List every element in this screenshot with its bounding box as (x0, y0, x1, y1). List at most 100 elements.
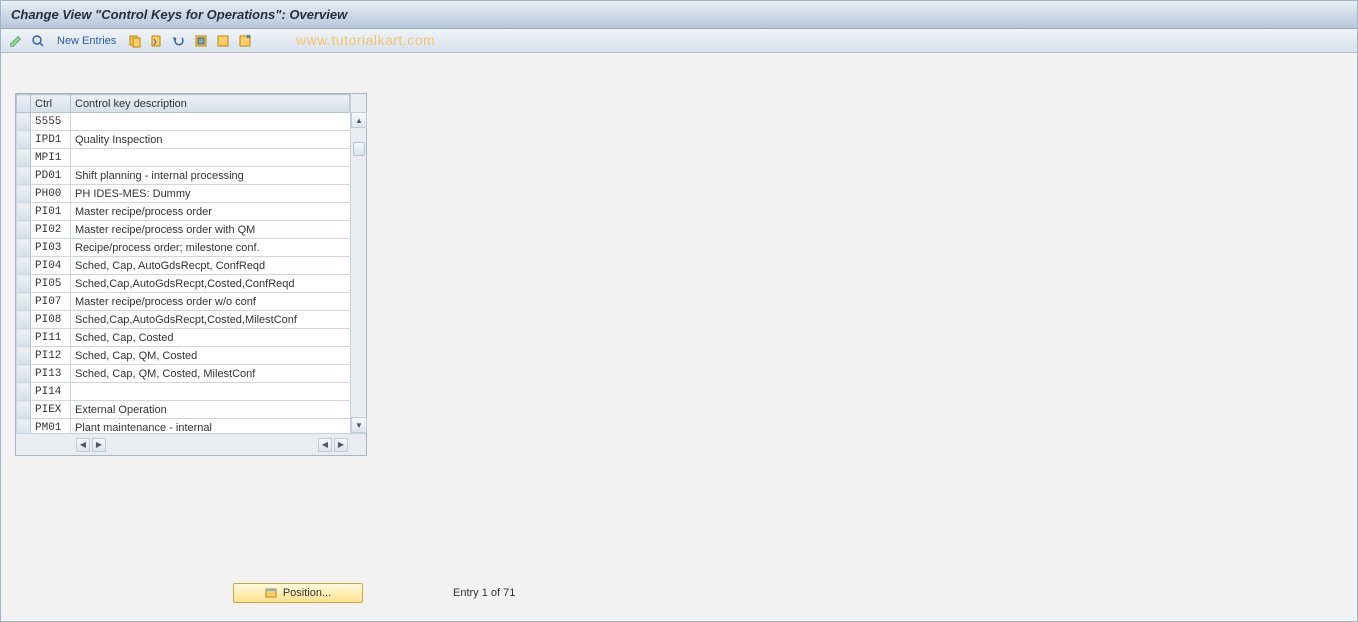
position-button[interactable]: Position... (233, 583, 363, 603)
table-row[interactable]: PD01Shift planning - internal processing (17, 167, 366, 185)
ctrl-cell[interactable]: PI02 (31, 221, 71, 239)
desc-cell[interactable]: Master recipe/process order (71, 203, 366, 221)
page-title: Change View "Control Keys for Operations… (11, 7, 347, 22)
table-row[interactable]: PI12Sched, Cap, QM, Costed (17, 347, 366, 365)
toolbar: New Entries www.tutorialkart.com (1, 29, 1357, 53)
select-all-icon[interactable] (192, 32, 210, 50)
table-row[interactable]: PIEXExternal Operation (17, 401, 366, 419)
ctrl-cell[interactable]: MPI1 (31, 149, 71, 167)
row-selector[interactable] (17, 221, 31, 239)
desc-cell[interactable]: Master recipe/process order w/o conf (71, 293, 366, 311)
table-row[interactable]: MPI1 (17, 149, 366, 167)
ctrl-cell[interactable]: IPD1 (31, 131, 71, 149)
ctrl-cell[interactable]: PI07 (31, 293, 71, 311)
table-row[interactable]: PI05Sched,Cap,AutoGdsRecpt,Costed,ConfRe… (17, 275, 366, 293)
row-selector[interactable] (17, 257, 31, 275)
toggle-edit-icon[interactable] (7, 32, 25, 50)
ctrl-cell[interactable]: PI12 (31, 347, 71, 365)
ctrl-cell[interactable]: PI04 (31, 257, 71, 275)
table-row[interactable]: 5555 (17, 113, 366, 131)
desc-cell[interactable] (71, 149, 366, 167)
desc-cell[interactable]: PH IDES-MES: Dummy (71, 185, 366, 203)
row-selector[interactable] (17, 365, 31, 383)
row-selector[interactable] (17, 275, 31, 293)
row-selector[interactable] (17, 185, 31, 203)
table-row[interactable]: IPD1Quality Inspection (17, 131, 366, 149)
ctrl-column-header[interactable]: Ctrl (31, 95, 71, 113)
app-frame: Change View "Control Keys for Operations… (0, 0, 1358, 622)
desc-cell[interactable]: Sched, Cap, QM, Costed (71, 347, 366, 365)
table-row[interactable]: PI14 (17, 383, 366, 401)
desc-cell[interactable]: Master recipe/process order with QM (71, 221, 366, 239)
table-row[interactable]: PH00PH IDES-MES: Dummy (17, 185, 366, 203)
row-selector[interactable] (17, 329, 31, 347)
scroll-left-icon[interactable]: ◀ (76, 438, 90, 452)
deselect-all-icon[interactable] (236, 32, 254, 50)
delete-icon[interactable] (148, 32, 166, 50)
table-row[interactable]: PI08Sched,Cap,AutoGdsRecpt,Costed,Milest… (17, 311, 366, 329)
row-selector[interactable] (17, 203, 31, 221)
ctrl-cell[interactable]: 5555 (31, 113, 71, 131)
row-selector-header[interactable] (17, 95, 31, 113)
table-row[interactable]: PI02Master recipe/process order with QM (17, 221, 366, 239)
ctrl-cell[interactable]: PD01 (31, 167, 71, 185)
row-selector[interactable] (17, 311, 31, 329)
ctrl-cell[interactable]: PI03 (31, 239, 71, 257)
ctrl-cell[interactable]: PIEX (31, 401, 71, 419)
ctrl-cell[interactable]: PI01 (31, 203, 71, 221)
row-selector[interactable] (17, 131, 31, 149)
scroll-thumb[interactable] (353, 142, 365, 156)
scroll-up-icon[interactable]: ▲ (351, 112, 367, 128)
new-entries-button[interactable]: New Entries (51, 33, 122, 49)
desc-cell[interactable]: External Operation (71, 401, 366, 419)
scroll-right-icon[interactable]: ▶ (334, 438, 348, 452)
row-selector[interactable] (17, 383, 31, 401)
ctrl-cell[interactable]: PI11 (31, 329, 71, 347)
row-selector[interactable] (17, 401, 31, 419)
row-selector[interactable] (17, 167, 31, 185)
scroll-left-inner-icon[interactable]: ◀ (318, 438, 332, 452)
entry-count-text: Entry 1 of 71 (453, 587, 515, 599)
row-selector[interactable] (17, 293, 31, 311)
row-selector[interactable] (17, 113, 31, 131)
select-block-icon[interactable] (214, 32, 232, 50)
ctrl-cell[interactable]: PI13 (31, 365, 71, 383)
desc-cell[interactable]: Quality Inspection (71, 131, 366, 149)
desc-cell[interactable]: Sched,Cap,AutoGdsRecpt,Costed,ConfReqd (71, 275, 366, 293)
position-icon (265, 587, 277, 599)
desc-cell[interactable]: Sched, Cap, QM, Costed, MilestConf (71, 365, 366, 383)
horizontal-scrollbar[interactable]: ◀ ▶ ◀ ▶ (16, 433, 366, 455)
copy-icon[interactable] (126, 32, 144, 50)
table-container: Ctrl Control key description 5555IPD1Qua… (15, 93, 367, 456)
scroll-down-icon[interactable]: ▼ (351, 417, 367, 433)
scroll-right-inner-icon[interactable]: ▶ (92, 438, 106, 452)
titlebar: Change View "Control Keys for Operations… (1, 1, 1357, 29)
desc-cell[interactable]: Recipe/process order; milestone conf. (71, 239, 366, 257)
table-row[interactable]: PI04Sched, Cap, AutoGdsRecpt, ConfReqd (17, 257, 366, 275)
ctrl-cell[interactable]: PH00 (31, 185, 71, 203)
vertical-scrollbar[interactable]: ▲ ▼ (350, 94, 366, 433)
desc-cell[interactable]: Sched,Cap,AutoGdsRecpt,Costed,MilestConf (71, 311, 366, 329)
desc-cell[interactable] (71, 113, 366, 131)
workarea: Ctrl Control key description 5555IPD1Qua… (1, 53, 1357, 621)
table-row[interactable]: PI03Recipe/process order; milestone conf… (17, 239, 366, 257)
details-icon[interactable] (29, 32, 47, 50)
row-selector[interactable] (17, 239, 31, 257)
table-row[interactable]: PI11Sched, Cap, Costed (17, 329, 366, 347)
footer-row: Position... Entry 1 of 71 (233, 583, 515, 603)
table-row[interactable]: PI01Master recipe/process order (17, 203, 366, 221)
desc-column-header[interactable]: Control key description (71, 95, 350, 113)
ctrl-cell[interactable]: PI14 (31, 383, 71, 401)
ctrl-cell[interactable]: PI08 (31, 311, 71, 329)
position-button-label: Position... (283, 587, 331, 599)
desc-cell[interactable] (71, 383, 366, 401)
undo-icon[interactable] (170, 32, 188, 50)
table-row[interactable]: PI07Master recipe/process order w/o conf (17, 293, 366, 311)
ctrl-cell[interactable]: PI05 (31, 275, 71, 293)
row-selector[interactable] (17, 149, 31, 167)
row-selector[interactable] (17, 347, 31, 365)
desc-cell[interactable]: Sched, Cap, Costed (71, 329, 366, 347)
desc-cell[interactable]: Sched, Cap, AutoGdsRecpt, ConfReqd (71, 257, 366, 275)
desc-cell[interactable]: Shift planning - internal processing (71, 167, 366, 185)
table-row[interactable]: PI13Sched, Cap, QM, Costed, MilestConf (17, 365, 366, 383)
